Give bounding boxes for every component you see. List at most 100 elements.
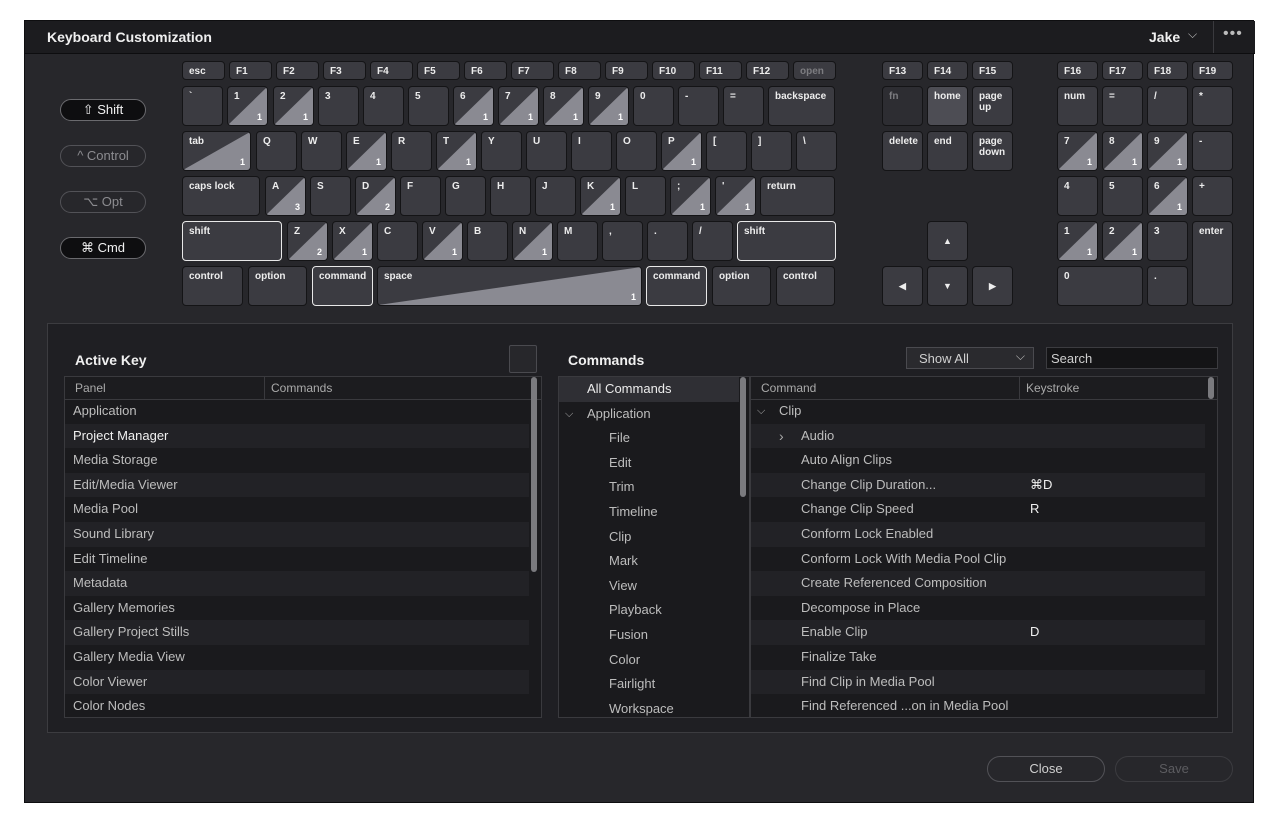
key-k3[interactable]: 3 [318,86,359,126]
key-period[interactable]: . [647,221,688,261]
key-np_plus[interactable]: + [1192,176,1233,216]
key-H[interactable]: H [490,176,531,216]
command-row[interactable]: Decompose in Place [751,596,1205,621]
command-row[interactable]: ⌵ Clip [751,399,1205,424]
key-up[interactable]: ▲ [927,221,968,261]
panel-row[interactable]: Sound Library [65,522,529,547]
key-k5[interactable]: 5 [408,86,449,126]
key-esc[interactable]: esc [182,61,225,80]
chevron-down-icon[interactable]: ⌵ [1188,27,1197,42]
key-F18[interactable]: F18 [1147,61,1188,80]
key-np4[interactable]: 4 [1057,176,1098,216]
key-L[interactable]: L [625,176,666,216]
key-rcommand[interactable]: command [646,266,707,306]
key-P[interactable]: 1P [661,131,702,171]
key-np_minus[interactable]: - [1192,131,1233,171]
key-Y[interactable]: Y [481,131,522,171]
panel-row[interactable]: Application [65,399,529,424]
panel-row[interactable]: Project Manager [65,423,529,449]
scrollbar[interactable] [531,377,537,572]
key-tab[interactable]: 1 tab [182,131,251,171]
panel-row[interactable]: Color Viewer [65,669,529,695]
key-fn[interactable]: fn [882,86,923,126]
key-rbracket[interactable]: ] [751,131,792,171]
key-slash[interactable]: / [692,221,733,261]
key-down[interactable]: ▼ [927,266,968,306]
key-pageup[interactable]: page up [972,86,1013,126]
more-options-icon[interactable]: ••• [1223,25,1243,43]
key-k0[interactable]: 0 [633,86,674,126]
key-np_eq[interactable]: = [1102,86,1143,126]
column-header-commands[interactable]: Commands [271,381,332,395]
key-K[interactable]: 1K [580,176,621,216]
key-np6[interactable]: 16 [1147,176,1188,216]
key-k2[interactable]: 12 [273,86,314,126]
category-item[interactable]: View [559,574,739,599]
key-space[interactable]: 1 space [377,266,642,306]
key-F9[interactable]: F9 [605,61,648,80]
chevron-down-icon[interactable]: ⌵ [565,402,573,426]
key-comma[interactable]: , [602,221,643,261]
panel-row[interactable]: Edit Timeline [65,547,529,572]
key-E[interactable]: 1E [346,131,387,171]
category-item[interactable]: All Commands [559,377,739,402]
user-selector[interactable]: Jake [1149,29,1180,45]
command-row[interactable]: Conform Lock With Media Pool Clip [751,547,1205,572]
category-item[interactable]: File [559,426,739,451]
category-item[interactable]: Clip [559,525,739,550]
command-row[interactable]: Finalize Take [751,645,1205,670]
key-A[interactable]: 3A [265,176,306,216]
key-np9[interactable]: 19 [1147,131,1188,171]
key-left[interactable]: ◀ [882,266,923,306]
key-F19[interactable]: F19 [1192,61,1233,80]
key-Z[interactable]: 2Z [287,221,328,261]
category-item[interactable]: Fusion [559,623,739,648]
command-row[interactable]: Change Clip Duration... ⌘D [751,472,1205,498]
key-minus[interactable]: - [678,86,719,126]
key-np7[interactable]: 17 [1057,131,1098,171]
panel-row[interactable]: Gallery Media View [65,645,529,670]
opt-modifier-button[interactable]: ⌥ Opt [60,191,146,213]
panel-row[interactable]: Gallery Memories [65,596,529,621]
key-F13[interactable]: F13 [882,61,923,80]
key-np0[interactable]: 0 [1057,266,1143,306]
key-np5[interactable]: 5 [1102,176,1143,216]
close-button[interactable]: Close [987,756,1105,782]
column-header-keystroke[interactable]: Keystroke [1026,381,1079,395]
key-backtick[interactable]: ` [182,86,223,126]
category-item[interactable]: Fairlight [559,672,739,697]
panel-row[interactable]: Media Storage [65,448,529,473]
command-row[interactable]: Conform Lock Enabled [751,522,1205,547]
command-row[interactable]: Create Referenced Composition [751,571,1205,596]
key-X[interactable]: 1X [332,221,373,261]
scrollbar[interactable] [740,377,746,497]
key-C[interactable]: C [377,221,418,261]
key-F4[interactable]: F4 [370,61,413,80]
key-F2[interactable]: F2 [276,61,319,80]
panel-row[interactable]: Metadata [65,571,529,596]
key-rcontrol[interactable]: control [776,266,835,306]
key-equals[interactable]: = [723,86,764,126]
key-open[interactable]: open [793,61,836,80]
key-rshift[interactable]: shift [737,221,836,261]
panel-row[interactable]: Color Nodes [65,694,529,717]
key-O[interactable]: O [616,131,657,171]
category-item[interactable]: Timeline [559,500,739,525]
key-Q[interactable]: Q [256,131,297,171]
key-semicolon[interactable]: 1; [670,176,711,216]
key-k9[interactable]: 19 [588,86,629,126]
category-item[interactable]: Workspace [559,697,739,717]
control-modifier-button[interactable]: ^ Control [60,145,146,167]
key-F8[interactable]: F8 [558,61,601,80]
key-F14[interactable]: F14 [927,61,968,80]
key-T[interactable]: 1T [436,131,477,171]
key-F11[interactable]: F11 [699,61,742,80]
key-np8[interactable]: 18 [1102,131,1143,171]
key-np_dot[interactable]: . [1147,266,1188,306]
category-item[interactable]: Trim [559,475,739,500]
key-F17[interactable]: F17 [1102,61,1143,80]
command-row[interactable]: Enable Clip D [751,620,1205,645]
key-lcontrol[interactable]: control [182,266,243,306]
key-right[interactable]: ▶ [972,266,1013,306]
column-header-command[interactable]: Command [761,381,816,395]
